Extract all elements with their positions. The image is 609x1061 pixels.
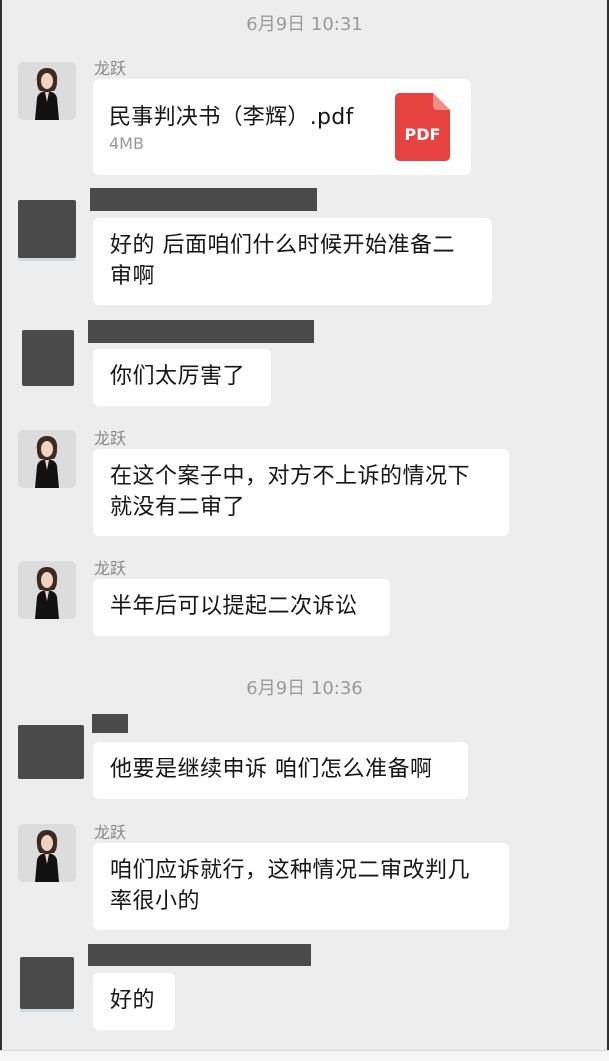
file-message-card[interactable]: 民事判决书（李辉）.pdf 4MB PDF	[93, 79, 471, 175]
chat-bubble[interactable]: 在这个案子中，对方不上诉的情况下就没有二审了	[93, 449, 509, 536]
avatar[interactable]	[18, 62, 76, 120]
avatar[interactable]	[18, 561, 76, 619]
chat-bubble[interactable]: 你们太厉害了	[93, 349, 271, 406]
redacted-name	[88, 944, 311, 966]
lawyer-avatar-icon	[18, 561, 76, 619]
avatar[interactable]	[18, 725, 84, 779]
timestamp: 6月9日 10:36	[246, 678, 363, 699]
pdf-label: PDF	[404, 125, 441, 144]
avatar[interactable]	[18, 824, 76, 882]
lawyer-avatar-icon	[18, 824, 76, 882]
redacted-name	[88, 320, 314, 343]
lawyer-avatar-icon	[18, 430, 76, 488]
redacted-name	[92, 714, 128, 733]
avatar[interactable]	[20, 957, 74, 1009]
chat-bubble[interactable]: 半年后可以提起二次诉讼	[93, 579, 390, 636]
chat-bubble[interactable]: 咱们应诉就行，这种情况二审改判几率很小的	[93, 843, 509, 930]
input-bar-edge	[0, 1050, 609, 1061]
chat-bubble[interactable]: 好的 后面咱们什么时候开始准备二审啊	[93, 218, 492, 305]
avatar[interactable]	[18, 430, 76, 488]
chat-bubble[interactable]: 他要是继续申诉 咱们怎么准备啊	[93, 742, 468, 799]
chat-bubble[interactable]: 好的	[93, 973, 175, 1030]
avatar[interactable]	[18, 200, 76, 258]
avatar[interactable]	[22, 330, 74, 386]
sender-name: 龙跃	[94, 823, 127, 842]
sender-name: 龙跃	[94, 59, 127, 78]
timestamp: 6月9日 10:31	[246, 14, 363, 35]
lawyer-avatar-icon	[18, 62, 76, 120]
sender-name: 龙跃	[94, 559, 127, 578]
file-name: 民事判决书（李辉）.pdf	[109, 105, 354, 130]
file-size: 4MB	[109, 134, 144, 153]
window-left-edge	[0, 0, 2, 1061]
redacted-name	[90, 188, 317, 211]
sender-name: 龙跃	[94, 429, 127, 448]
